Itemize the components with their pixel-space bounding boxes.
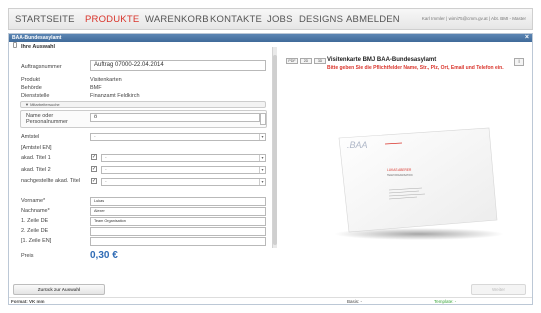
zeile2-input[interactable] xyxy=(90,227,266,236)
view-2d-button[interactable]: 2D xyxy=(300,58,312,64)
chevron-down-icon: ▾ xyxy=(259,167,265,173)
behoerde-label: Behörde xyxy=(21,85,42,91)
preis-label: Preis xyxy=(21,253,34,259)
nachname-label: Nachname* xyxy=(21,208,50,214)
amtstel-select[interactable]: - ▾ xyxy=(90,133,266,141)
nav-startseite[interactable]: STARTSEITE xyxy=(15,14,75,25)
chevron-down-icon: ▾ xyxy=(259,179,265,185)
dialog-titlebar: BAA-Bundesasylamt × xyxy=(9,34,532,42)
nachgestellt-select-value: - xyxy=(105,179,107,185)
template-info: Template: - xyxy=(434,299,457,304)
nachgestellt-checkbox[interactable]: ✓ xyxy=(91,178,97,184)
card-org: TEAM ORGANISATION xyxy=(387,174,413,177)
card-name: LUKAS ABERER xyxy=(387,168,412,172)
akad-titel2-label: akad. Titel 2 xyxy=(21,167,51,173)
akad-titel1-select[interactable]: - ▾ xyxy=(101,154,266,162)
info-icon xyxy=(13,42,17,48)
mitarbeitersuche-toggle[interactable]: ▼ Mitarbeitersuche xyxy=(20,101,266,108)
name-input[interactable]: ö xyxy=(90,113,260,122)
pdf-button[interactable]: PDF xyxy=(286,58,298,64)
nachgestellt-select[interactable]: - ▾ xyxy=(101,178,266,186)
nav-jobs[interactable]: JOBS xyxy=(267,14,293,25)
basis-info: Basis: - xyxy=(347,299,363,304)
info-button[interactable]: i xyxy=(514,58,524,66)
business-card-preview: .BAA LUKAS ABERER TEAM ORGANISATION xyxy=(334,127,504,240)
section-title: Ihre Auswahl xyxy=(21,44,56,50)
back-to-selection-button[interactable]: Zurück zur Auswahl xyxy=(13,284,105,295)
dienststelle-label: Dienststelle xyxy=(21,93,50,99)
preview-title: Visitenkarte BMJ BAA-Bundesasylamt xyxy=(327,57,437,63)
nachname-input[interactable]: Alexer xyxy=(90,207,266,216)
nachgestellt-label: nachgestellte akad. Titel xyxy=(21,178,81,184)
produkt-value: Visitenkarten xyxy=(90,77,122,83)
behoerde-value: BMF xyxy=(90,85,102,91)
vorname-input[interactable]: Lukas xyxy=(90,197,266,206)
akad-titel1-checkbox[interactable]: ✓ xyxy=(91,154,97,160)
user-info: Karl Immler | wimi75@cmm.gv.at | Abt. BM… xyxy=(421,16,526,21)
auftragsnummer-label: Auftragsnummer xyxy=(21,64,62,70)
close-icon[interactable]: × xyxy=(525,34,529,41)
nav-kontakte[interactable]: KONTAKTE xyxy=(210,14,262,25)
dialog-footer: Format: VK mm Basis: - Template: - xyxy=(9,297,532,305)
nav-warenkorb[interactable]: WARENKORB xyxy=(145,14,209,25)
preview-hint: Bitte geben Sie die Pflichtfelder Name, … xyxy=(327,65,504,71)
preis-value: 0,30 € xyxy=(90,250,118,261)
name-scroll[interactable] xyxy=(260,113,266,125)
zeile1-input[interactable]: Team Organisation xyxy=(90,217,266,226)
product-dialog: BAA-Bundesasylamt × Ihre Auswahl Auftrag… xyxy=(8,33,533,305)
akad-titel1-select-value: - xyxy=(105,155,107,161)
dialog-title: BAA-Bundesasylamt xyxy=(12,35,62,41)
produkt-label: Produkt xyxy=(21,77,40,83)
amtstel-select-value: - xyxy=(94,134,96,140)
zeile1-en-input[interactable] xyxy=(90,237,266,246)
form-scrollbar[interactable] xyxy=(272,47,277,248)
app-window: STARTSEITE PRODUKTE WARENKORB KONTAKTE J… xyxy=(0,0,541,313)
next-button[interactable]: Weiter xyxy=(471,284,526,295)
dienststelle-value: Finanzamt Feldkirch xyxy=(90,93,140,99)
view-3d-button[interactable]: 3D xyxy=(314,58,326,64)
amtstel-label: Amtstel xyxy=(21,134,40,140)
name-label: Name oder Personalnummer xyxy=(26,113,68,125)
akad-titel2-select[interactable]: - ▾ xyxy=(101,166,266,174)
vorname-label: Vorname* xyxy=(21,198,46,204)
top-navigation: STARTSEITE PRODUKTE WARENKORB KONTAKTE J… xyxy=(8,8,533,30)
card-logo: .BAA xyxy=(347,140,368,150)
auftragsnummer-field[interactable]: Auftrag 07000-22.04.2014 xyxy=(90,60,266,71)
chevron-down-icon: ▾ xyxy=(259,134,265,140)
nav-abmelden[interactable]: ABMELDEN xyxy=(346,14,400,25)
akad-titel2-checkbox[interactable]: ✓ xyxy=(91,166,97,172)
zeile1-label: 1. Zeile DE xyxy=(21,218,49,224)
nav-designs[interactable]: DESIGNS xyxy=(299,14,343,25)
format-info: Format: VK mm xyxy=(11,299,45,304)
zeile1-en-label: [1. Zeile EN] xyxy=(21,238,52,244)
amtstel-en-label: [Amtstel EN] xyxy=(21,145,52,151)
nav-produkte[interactable]: PRODUKTE xyxy=(85,14,139,25)
zeile2-label: 2. Zeile DE xyxy=(21,228,49,234)
chevron-down-icon: ▾ xyxy=(259,155,265,161)
akad-titel1-label: akad. Titel 1 xyxy=(21,155,51,161)
scrollbar-thumb[interactable] xyxy=(273,55,277,245)
akad-titel2-select-value: - xyxy=(105,167,107,173)
